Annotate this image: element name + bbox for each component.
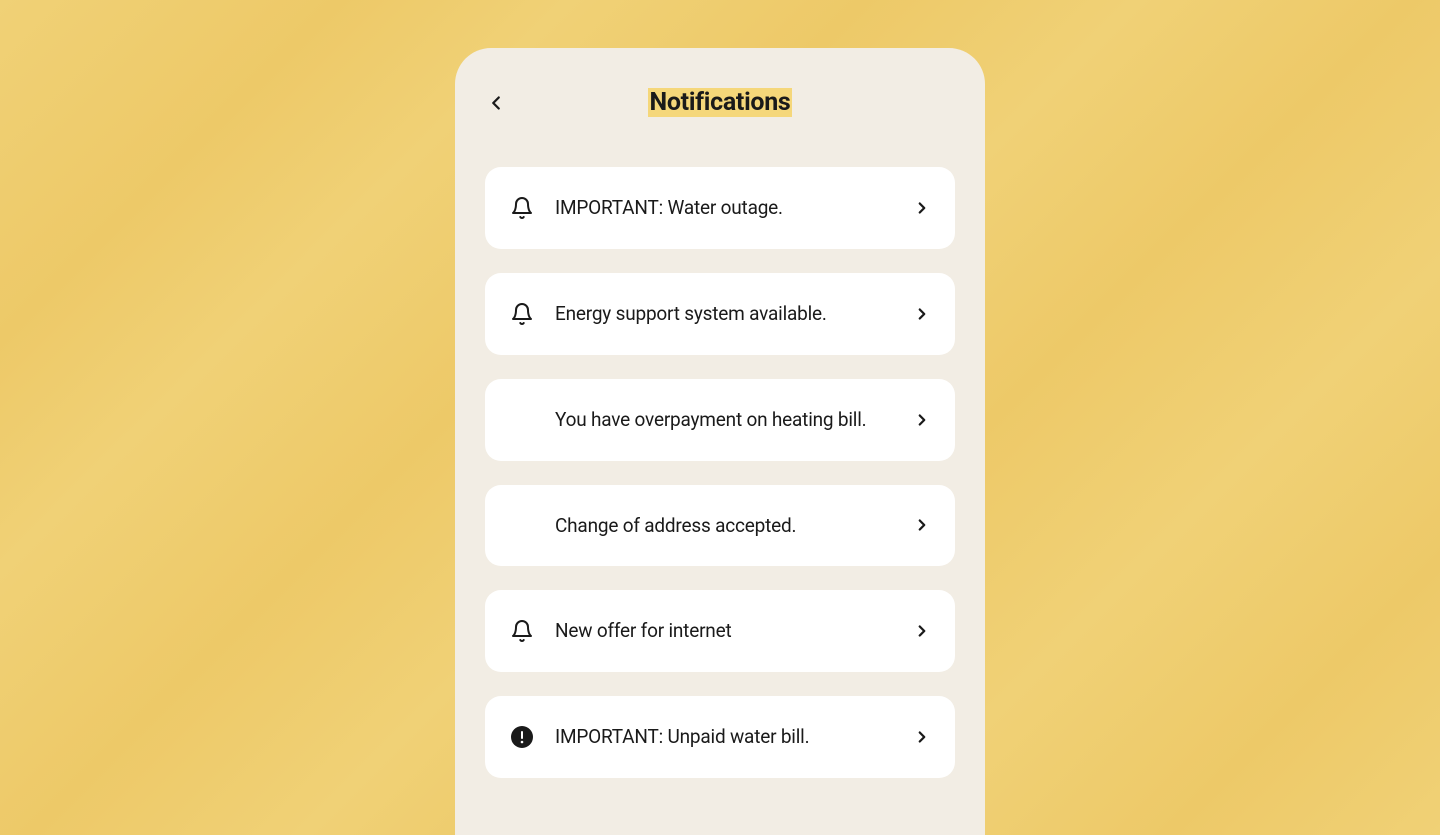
notifications-list: IMPORTANT: Water outage. Energy support …: [485, 167, 955, 778]
bell-icon: [509, 195, 535, 221]
page-title: Notifications: [648, 88, 793, 117]
chevron-right-icon: [913, 199, 931, 217]
chevron-right-icon: [913, 622, 931, 640]
notification-item[interactable]: Energy support system available.: [485, 273, 955, 355]
notification-text: IMPORTANT: Unpaid water bill.: [555, 724, 893, 750]
notification-item[interactable]: New offer for internet: [485, 590, 955, 672]
notification-item[interactable]: IMPORTANT: Water outage.: [485, 167, 955, 249]
notification-text: You have overpayment on heating bill.: [555, 407, 893, 433]
chevron-right-icon: [913, 411, 931, 429]
bell-icon: [509, 301, 535, 327]
chevron-right-icon: [913, 728, 931, 746]
phone-frame: Notifications IMPORTANT: Water outage.: [455, 48, 985, 835]
notification-text: New offer for internet: [555, 618, 893, 644]
bell-icon: [509, 618, 535, 644]
notification-text: Change of address accepted.: [555, 513, 893, 539]
back-button[interactable]: [485, 92, 507, 114]
chevron-right-icon: [913, 305, 931, 323]
notification-item[interactable]: IMPORTANT: Unpaid water bill.: [485, 696, 955, 778]
chevron-left-icon: [485, 92, 507, 114]
notification-text: IMPORTANT: Water outage.: [555, 195, 893, 221]
notification-item[interactable]: Change of address accepted.: [485, 485, 955, 567]
alert-icon: [509, 724, 535, 750]
notification-text: Energy support system available.: [555, 301, 893, 327]
chevron-right-icon: [913, 516, 931, 534]
header: Notifications: [485, 88, 955, 117]
notification-item[interactable]: You have overpayment on heating bill.: [485, 379, 955, 461]
